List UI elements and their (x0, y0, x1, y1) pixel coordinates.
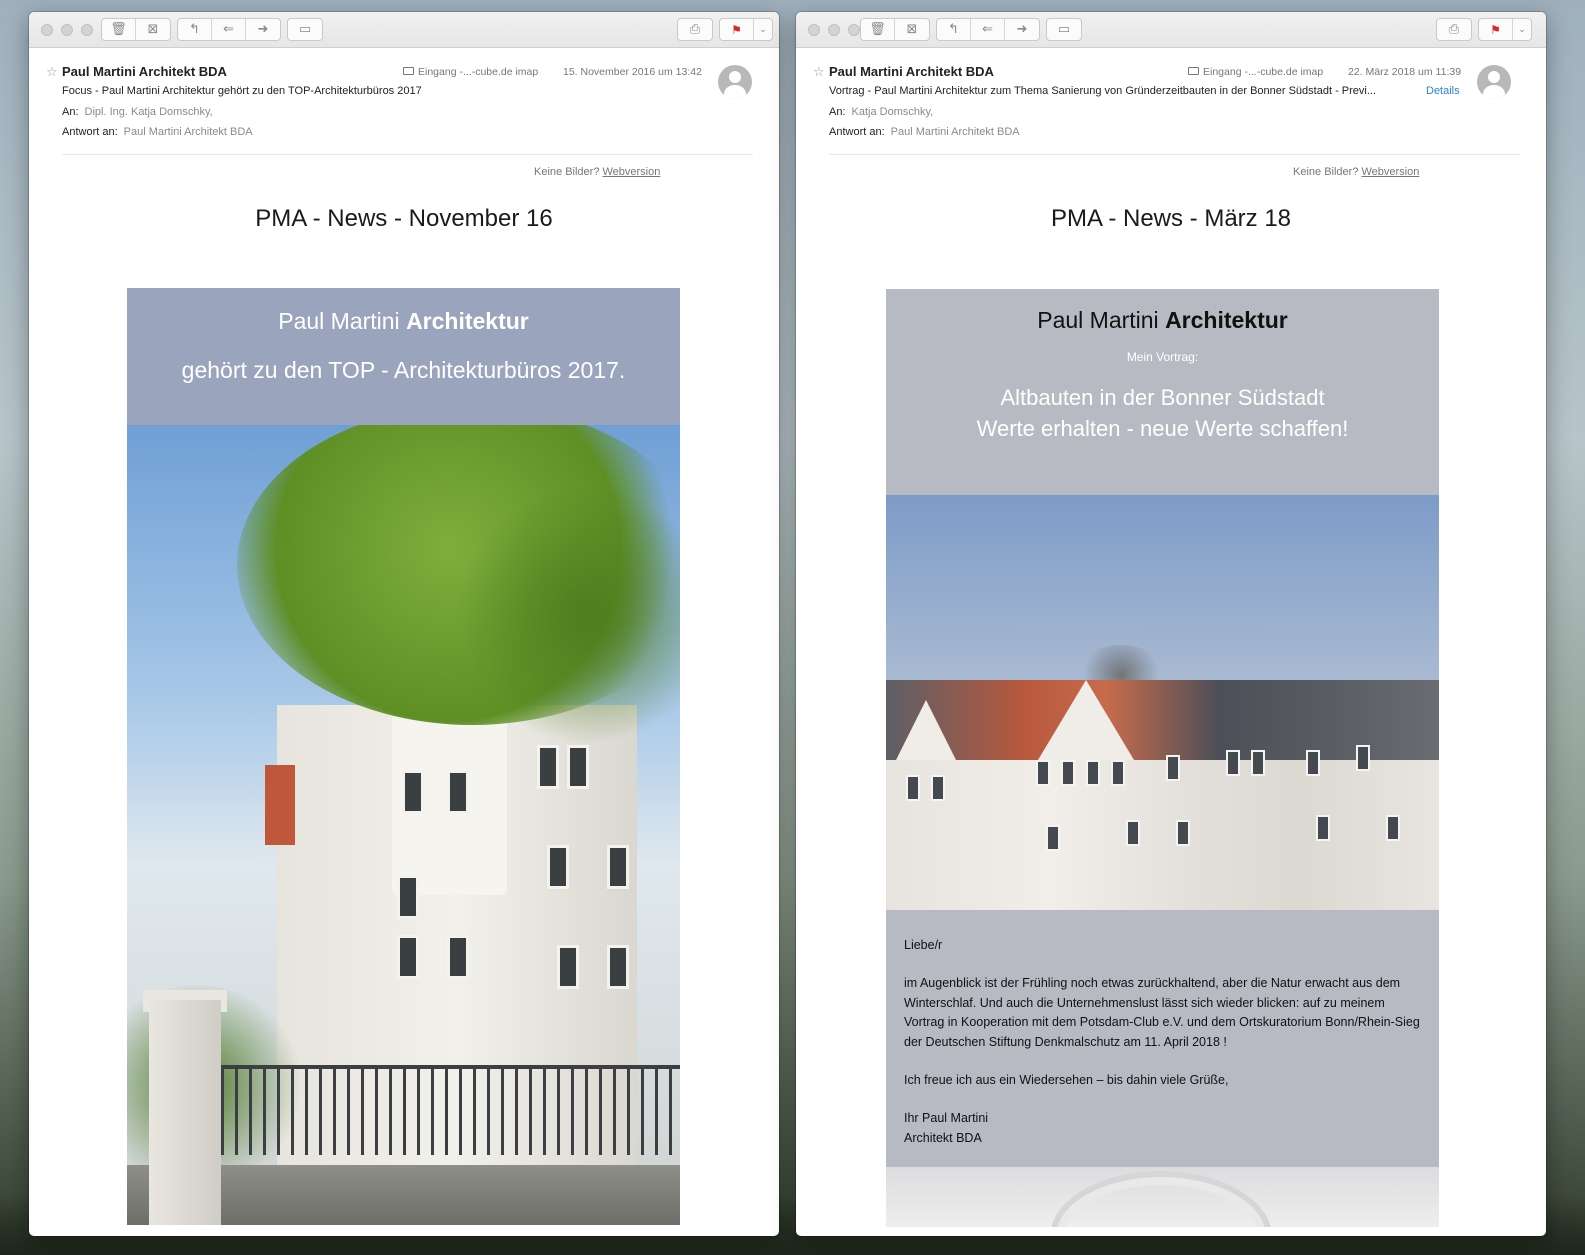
reply-all-icon[interactable]: ⇐ (971, 19, 1005, 40)
trash-icon[interactable]: 🗑 (861, 19, 895, 40)
reply-group: ↰ ⇐ ➜ (936, 18, 1040, 41)
print-group: ⎙ (677, 18, 713, 41)
delete-group: 🗑 ⊠ (101, 18, 171, 41)
print-icon[interactable]: ⎙ (678, 19, 712, 40)
no-images-notice: Keine Bilder? Webversion (534, 166, 661, 178)
junk-icon[interactable]: ⊠ (895, 19, 929, 40)
star-icon[interactable]: ☆ (46, 65, 58, 80)
to-value[interactable]: Dipl. Ing. Katja Domschky, (85, 106, 213, 118)
print-group: ⎙ (1436, 18, 1472, 41)
newsletter-banner: Paul Martini Architektur gehört zu den T… (127, 288, 680, 425)
news-title: PMA - News - November 16 (255, 205, 553, 232)
date: 22. März 2018 um 11:39 (1348, 66, 1462, 78)
reply-to-row: Antwort an: Paul Martini Architekt BDA (829, 126, 1020, 138)
toolbar: 🗑 ⊠ ↰ ⇐ ➜ ▭ ⎙ ⚑ ⌄ (29, 12, 779, 48)
newsletter-banner: Paul Martini Architektur Mein Vortrag: A… (886, 289, 1439, 495)
minimize-window-button[interactable] (828, 24, 840, 36)
archive-group: ▭ (287, 18, 323, 41)
forward-icon[interactable]: ➜ (1005, 19, 1039, 40)
mail-window-right: 🗑 ⊠ ↰ ⇐ ➜ ▭ ⎙ ⚑ ⌄ ☆ Paul Martini Archite… (796, 12, 1546, 1236)
mail-window-left: 🗑 ⊠ ↰ ⇐ ➜ ▭ ⎙ ⚑ ⌄ ☆ Paul Martini Archite… (29, 12, 779, 1236)
mail-header: ☆ Paul Martini Architekt BDA Eingang -..… (796, 48, 1546, 168)
greeting: Liebe/r (904, 938, 943, 952)
details-link[interactable]: Details (1426, 85, 1460, 97)
reply-icon[interactable]: ↰ (178, 19, 212, 40)
mailbox-label[interactable]: Eingang -...-cube.de imap (403, 66, 538, 78)
avatar (718, 65, 752, 99)
flag-group: ⚑ ⌄ (719, 18, 773, 41)
print-icon[interactable]: ⎙ (1437, 19, 1471, 40)
no-images-notice: Keine Bilder? Webversion (1293, 166, 1420, 178)
headline-line-1: Altbauten in der Bonner Südstadt (1000, 385, 1325, 410)
mail-header: ☆ Paul Martini Architekt BDA Eingang -..… (29, 48, 779, 168)
window-controls (41, 24, 93, 36)
archive-group: ▭ (1046, 18, 1082, 41)
date: 15. November 2016 um 13:42 (563, 66, 702, 78)
flag-icon[interactable]: ⚑ (1479, 19, 1513, 40)
avatar (1477, 65, 1511, 99)
star-icon[interactable]: ☆ (813, 65, 825, 80)
subject: Vortrag - Paul Martini Architektur zum T… (829, 85, 1377, 97)
window-controls (808, 24, 860, 36)
subheading: Mein Vortrag: (1126, 350, 1199, 364)
letter-text: Liebe/r im Augenblick ist der Frühling n… (886, 910, 1439, 1167)
webversion-link[interactable]: Webversion (1361, 166, 1419, 178)
ceiling-photo (886, 1167, 1439, 1227)
archive-icon[interactable]: ▭ (1047, 19, 1081, 40)
zoom-window-button[interactable] (81, 24, 93, 36)
chevron-down-icon[interactable]: ⌄ (754, 19, 772, 40)
chevron-down-icon[interactable]: ⌄ (1513, 19, 1531, 40)
flag-group: ⚑ ⌄ (1478, 18, 1532, 41)
folder-icon (1188, 67, 1199, 75)
reply-group: ↰ ⇐ ➜ (177, 18, 281, 41)
newsletter: Paul Martini Architektur gehört zu den T… (127, 288, 680, 1225)
signature-name: Ihr Paul Martini (904, 1111, 989, 1126)
sender-name: Paul Martini Architekt BDA (829, 64, 994, 79)
headline-line-2: Werte erhalten - neue Werte schaffen! (976, 416, 1349, 441)
reply-all-icon[interactable]: ⇐ (212, 19, 246, 40)
signature-title: Architekt BDA (904, 1130, 982, 1145)
reply-icon[interactable]: ↰ (937, 19, 971, 40)
archive-icon[interactable]: ▭ (288, 19, 322, 40)
reply-to-value[interactable]: Paul Martini Architekt BDA (124, 126, 253, 138)
webversion-link[interactable]: Webversion (602, 166, 660, 178)
reply-to-row: Antwort an: Paul Martini Architekt BDA (62, 126, 253, 138)
close-window-button[interactable] (808, 24, 820, 36)
reply-to-value[interactable]: Paul Martini Architekt BDA (891, 126, 1020, 138)
news-title: PMA - News - März 18 (1050, 205, 1292, 232)
header-divider (829, 154, 1520, 155)
sender-name: Paul Martini Architekt BDA (62, 64, 227, 79)
suedstadt-photo (886, 495, 1439, 910)
letter-paragraph: im Augenblick ist der Frühling noch etwa… (904, 976, 1420, 1049)
delete-group: 🗑 ⊠ (860, 18, 930, 41)
folder-icon (403, 67, 414, 75)
to-value[interactable]: Katja Domschky, (852, 106, 934, 118)
junk-icon[interactable]: ⊠ (136, 19, 170, 40)
brand-title: Paul Martini Architektur (1037, 307, 1288, 333)
trash-icon[interactable]: 🗑 (102, 19, 136, 40)
closing: Ich freue ich aus ein Wiedersehen – bis … (904, 1073, 1229, 1088)
to-row: An: Katja Domschky, (829, 106, 934, 118)
to-row: An: Dipl. Ing. Katja Domschky, (62, 106, 213, 118)
flag-icon[interactable]: ⚑ (720, 19, 754, 40)
forward-icon[interactable]: ➜ (246, 19, 280, 40)
minimize-window-button[interactable] (61, 24, 73, 36)
newsletter: Paul Martini Architektur Mein Vortrag: A… (886, 289, 1439, 1227)
tagline: gehört zu den TOP - Architekturbüros 201… (181, 357, 626, 383)
toolbar: 🗑 ⊠ ↰ ⇐ ➜ ▭ ⎙ ⚑ ⌄ (796, 12, 1546, 48)
zoom-window-button[interactable] (848, 24, 860, 36)
headline: Altbauten in der Bonner Südstadt Werte e… (886, 382, 1439, 444)
close-window-button[interactable] (41, 24, 53, 36)
header-divider (62, 154, 753, 155)
mailbox-label[interactable]: Eingang -...-cube.de imap (1188, 66, 1323, 78)
villa-photo (127, 425, 680, 1225)
brand-title: Paul Martini Architektur (278, 308, 529, 334)
subject: Focus - Paul Martini Architektur gehört … (62, 85, 422, 97)
